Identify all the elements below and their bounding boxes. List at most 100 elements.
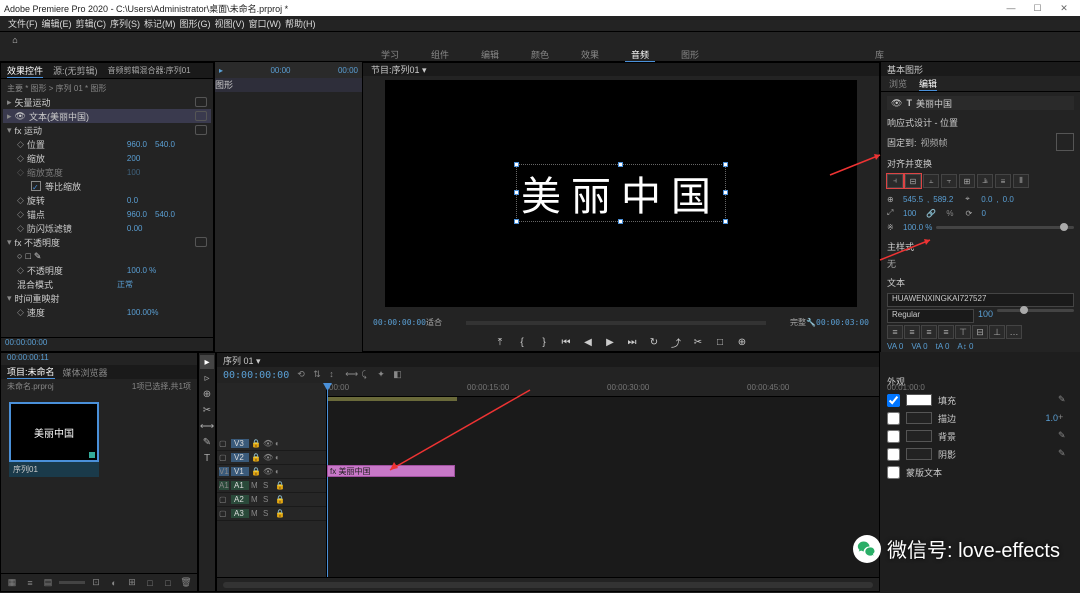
tl-display-icon[interactable]: ◧ — [393, 369, 405, 381]
align-top-btn[interactable]: ⫟ — [941, 174, 957, 188]
toggle-icon[interactable]: ▸ — [7, 111, 12, 122]
type-tool[interactable]: T — [200, 451, 214, 465]
fx-vector-motion[interactable]: ▸矢量运动 — [3, 95, 211, 109]
wrench-icon[interactable]: 🔧 — [806, 318, 816, 327]
toggle-icon[interactable]: ▾ — [7, 293, 12, 304]
new-item-icon[interactable]: □ — [161, 576, 175, 590]
tl-snap-icon[interactable]: ⟲ — [297, 369, 309, 381]
size-slider[interactable] — [997, 309, 1074, 312]
kf-icon[interactable]: ◇ — [17, 307, 24, 318]
leading[interactable]: tA 0 — [936, 342, 950, 351]
timeline-tc[interactable]: 00:00:00:00 — [223, 370, 289, 381]
home-icon[interactable]: ⌂ — [8, 33, 22, 47]
pen-tool[interactable]: ✎ — [200, 435, 214, 449]
para-right[interactable]: ≡ — [921, 325, 937, 339]
fx-position[interactable]: ◇位置960.0540.0 — [3, 137, 211, 151]
fx-speed[interactable]: ◇速度100.00% — [3, 305, 211, 319]
handle-se[interactable] — [723, 219, 728, 224]
bg-swatch[interactable] — [906, 430, 932, 442]
fx-motion-head[interactable]: ▾fx 运动 — [3, 123, 211, 137]
handle-ne[interactable] — [723, 162, 728, 167]
reset-icon[interactable] — [195, 97, 207, 107]
eye-icon[interactable]: 👁 — [263, 439, 273, 448]
btn-export[interactable]: □ — [713, 336, 727, 350]
timeline-zoom-scroll[interactable] — [223, 582, 873, 588]
lock-icon[interactable]: 🔒 — [251, 453, 261, 462]
target-icon[interactable]: ▢ — [219, 439, 229, 448]
selection-tool[interactable]: ▸ — [200, 355, 214, 369]
tl-wrench-icon[interactable]: ⟷ — [345, 369, 357, 381]
project-body[interactable]: 美丽中国 序列01 — [1, 394, 197, 573]
list-view-icon[interactable]: ▦ — [5, 576, 19, 590]
ws-tab-graphics[interactable]: 图形 — [675, 48, 705, 61]
val[interactable]: 100.00% — [127, 308, 159, 317]
btn-play[interactable]: ▶ — [603, 336, 617, 350]
align-right-btn[interactable]: ⫠ — [923, 174, 939, 188]
zoom-slider[interactable] — [59, 576, 85, 590]
fx-tab-controls[interactable]: 效果控件 — [7, 64, 43, 78]
find-icon[interactable]: ⊞ — [125, 576, 139, 590]
eye-icon[interactable]: 👁 — [15, 111, 26, 122]
maximize-button[interactable]: ☐ — [1025, 3, 1049, 14]
tl-settings-icon[interactable]: ✦ — [377, 369, 389, 381]
opacity-val[interactable]: 100.0 % — [903, 223, 932, 232]
fx-rotation[interactable]: ◇旋转0.0 — [3, 193, 211, 207]
auto-icon[interactable]: ◐ — [107, 576, 121, 590]
sync-icon[interactable]: ◐ — [275, 467, 285, 476]
sync-icon[interactable]: ◐ — [275, 453, 285, 462]
timeline-tab[interactable]: 序列 01 ▾ — [223, 354, 261, 367]
track-label[interactable]: V3 — [231, 439, 249, 448]
font-size[interactable]: 100 — [978, 309, 993, 323]
btn-step-fwd[interactable]: ↻ — [647, 336, 661, 350]
align-hcenter-btn[interactable]: ⊟ — [905, 174, 921, 188]
shadow-check[interactable] — [887, 448, 900, 461]
btn-more[interactable]: ⊕ — [735, 336, 749, 350]
program-tab[interactable]: 节目:序列01 ▾ — [371, 63, 427, 76]
stroke-val[interactable]: 1.0 — [1045, 413, 1058, 423]
menu-window[interactable]: 窗口(W) — [249, 17, 282, 30]
style-value[interactable]: 无 — [887, 257, 1074, 270]
align-left-btn[interactable]: ⫞ — [887, 174, 903, 188]
mute-btn[interactable]: M — [251, 509, 261, 518]
title-text[interactable]: 美丽中国 — [521, 164, 721, 222]
razor-tool[interactable]: ✂ — [200, 403, 214, 417]
btn-next[interactable]: ⏭ — [625, 336, 639, 350]
fx-flicker[interactable]: ◇防闪烁滤镜0.00 — [3, 221, 211, 235]
eyedropper-icon[interactable]: ✎ — [1058, 430, 1070, 442]
btn-out[interactable]: } — [537, 336, 551, 350]
handle-e[interactable] — [723, 190, 728, 195]
track-label[interactable]: A1 — [231, 481, 249, 490]
work-area-bar[interactable] — [327, 397, 457, 401]
fx-masks[interactable]: ○□✎ — [3, 249, 211, 263]
ws-tab-color[interactable]: 颜色 — [525, 48, 555, 61]
target-icon[interactable]: A1 — [219, 481, 229, 490]
fx-tab-mixer[interactable]: 音频剪辑混合器:序列01 — [108, 65, 191, 76]
pos-y[interactable]: 589.2 — [933, 195, 953, 204]
mask-ellipse-icon[interactable]: ○ — [17, 251, 22, 261]
weight-select[interactable]: Regular — [887, 309, 974, 323]
target-icon[interactable]: ▢ — [219, 453, 229, 462]
playhead[interactable] — [327, 383, 328, 577]
pin-value[interactable]: 视频帧 — [921, 136, 948, 149]
program-scrub-bar[interactable] — [442, 318, 790, 327]
para-justify[interactable]: ≡ — [938, 325, 954, 339]
btn-prev[interactable]: ⏮ — [559, 336, 573, 350]
align-bottom-btn[interactable]: ⫡ — [977, 174, 993, 188]
anc-y[interactable]: 0.0 — [1003, 195, 1014, 204]
menu-marker[interactable]: 标记(M) — [144, 17, 176, 30]
track-a1-head[interactable]: A1A1MS🔒 — [217, 479, 326, 493]
menu-help[interactable]: 帮助(H) — [285, 17, 316, 30]
mask-pen-icon[interactable]: ✎ — [34, 251, 42, 262]
anc-x[interactable]: 0.0 — [981, 195, 992, 204]
kf-ruler[interactable]: ▸ 00:00 00:00 — [215, 62, 362, 78]
ws-tab-edit[interactable]: 编辑 — [475, 48, 505, 61]
val[interactable]: 200 — [127, 154, 140, 163]
btn-extract[interactable]: ✂ — [691, 336, 705, 350]
ws-tab-effects[interactable]: 效果 — [575, 48, 605, 61]
btn-step-back[interactable]: ◀ — [581, 336, 595, 350]
minimize-button[interactable]: — — [999, 3, 1023, 13]
font-select[interactable]: HUAWENXINGKAI727527 — [887, 293, 1074, 307]
eyedropper-icon[interactable]: ✎ — [1058, 394, 1070, 406]
lock-icon[interactable]: 🔒 — [251, 439, 261, 448]
handle-w[interactable] — [514, 190, 519, 195]
